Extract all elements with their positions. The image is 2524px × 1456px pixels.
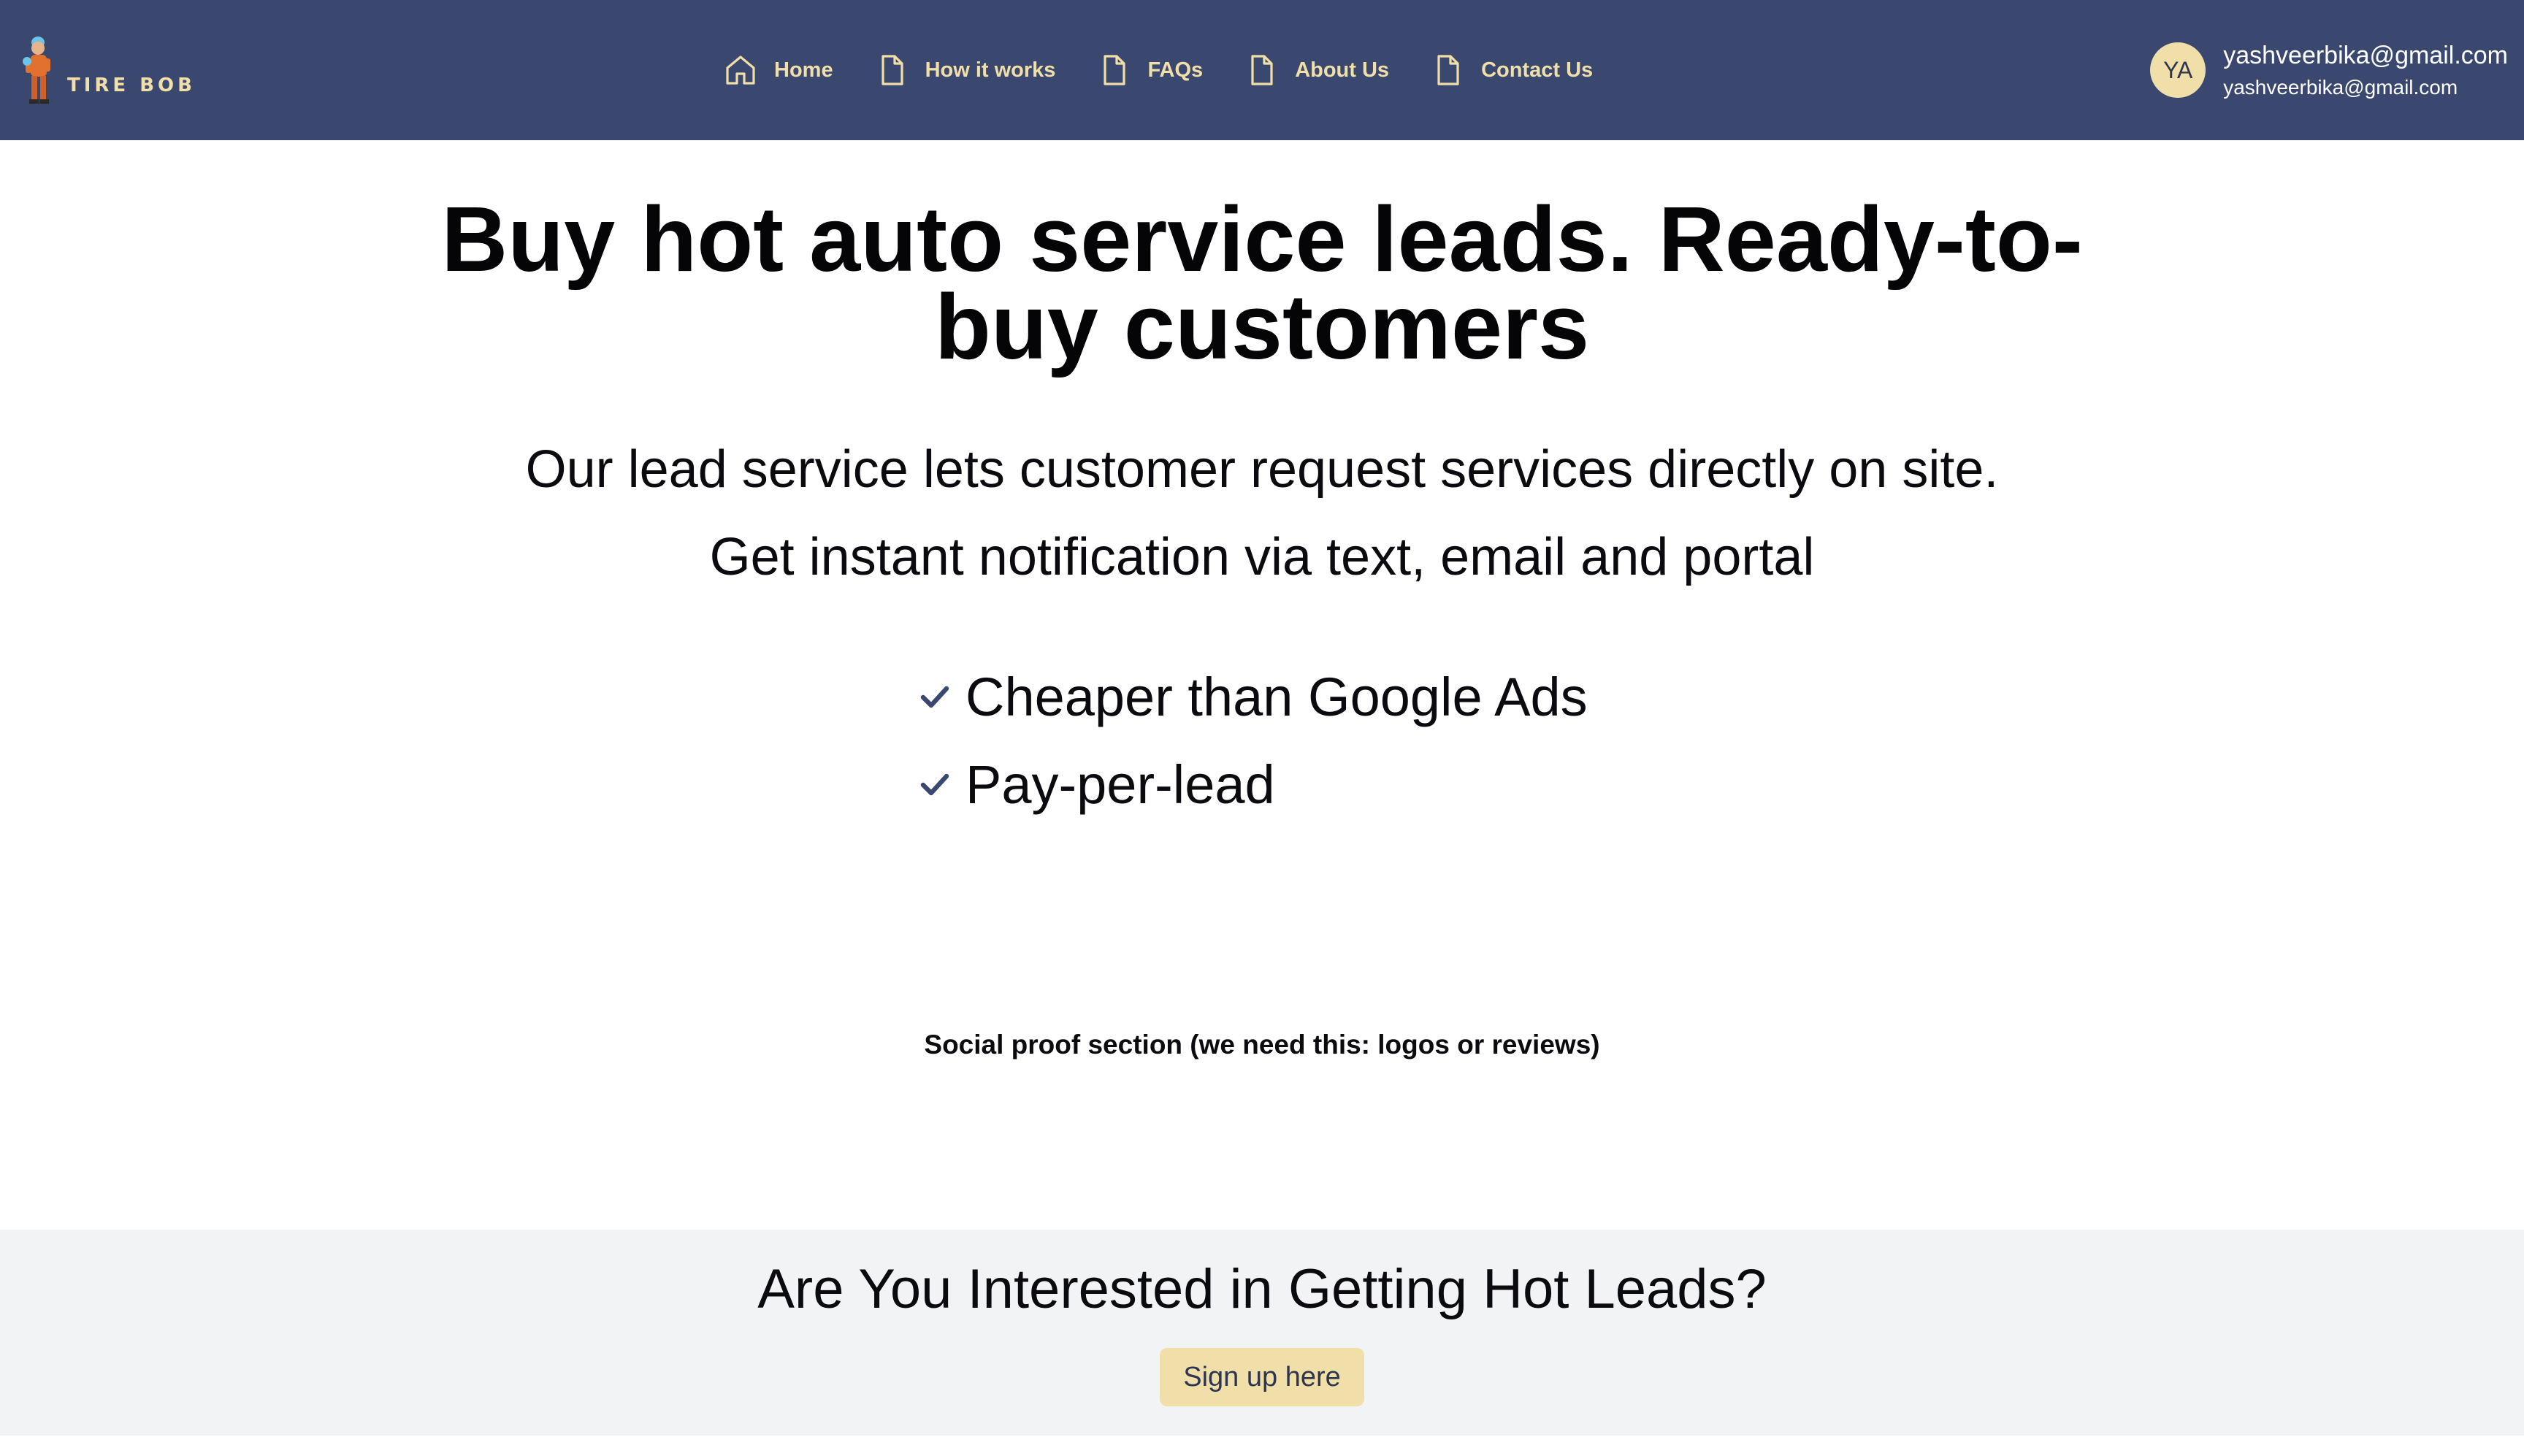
main-nav: Home How it works FAQs About Us Contact … [723, 50, 1634, 91]
nav-faqs-label: FAQs [1147, 58, 1204, 82]
avatar[interactable]: YA [2150, 42, 2206, 98]
list-item: Cheaper than Google Ads [917, 653, 1588, 740]
feature-list: Cheaper than Google Ads Pay-per-lead [917, 653, 1588, 828]
user-name: yashveerbika@gmail.com [2223, 41, 2508, 69]
document-icon [1251, 55, 1273, 85]
cta-title: Are You Interested in Getting Hot Leads? [757, 1258, 1767, 1320]
user-email: yashveerbika@gmail.com [2223, 75, 2458, 99]
hero-subtitle-line2: Get instant notification via text, email… [709, 528, 1815, 586]
document-icon [881, 55, 903, 85]
brand-logo[interactable]: TIRE BOB [22, 32, 196, 105]
feature-text: Pay-per-lead [965, 754, 1275, 815]
document-icon [1104, 55, 1126, 85]
hero-title: Buy hot auto service leads. Ready-to-buy… [441, 188, 2083, 378]
nav-how-it-works[interactable]: How it works [874, 53, 1056, 88]
nav-contact-us[interactable]: Contact Us [1430, 53, 1593, 88]
document-icon [1437, 55, 1459, 85]
nav-contact-us-label: Contact Us [1481, 58, 1594, 82]
nav-how-it-works-label: How it works [925, 58, 1056, 82]
brand-name: TIRE BOB [67, 74, 196, 96]
cta-section: Are You Interested in Getting Hot Leads?… [0, 1230, 2524, 1436]
nav-faqs[interactable]: FAQs [1096, 53, 1203, 88]
checkmark-icon [920, 686, 949, 708]
nav-home[interactable]: Home [723, 53, 833, 88]
sign-up-button[interactable]: Sign up here [1160, 1348, 1364, 1406]
checkmark-icon [920, 773, 949, 796]
nav-about-us[interactable]: About Us [1244, 53, 1389, 88]
top-navigation-bar: TIRE BOB Home How it works FAQs About Us [0, 0, 2524, 140]
user-menu[interactable]: YA yashveerbika@gmail.com yashveerbika@g… [2150, 35, 2508, 105]
feature-text: Cheaper than Google Ads [965, 666, 1588, 727]
home-icon [726, 55, 755, 85]
mascot-logo-icon [23, 37, 50, 104]
social-proof-placeholder: Social proof section (we need this: logo… [924, 1030, 1600, 1060]
user-info: yashveerbika@gmail.com yashveerbika@gmai… [2223, 42, 2508, 99]
hero-subtitle-line1: Our lead service lets customer request s… [525, 440, 1999, 499]
list-item: Pay-per-lead [917, 740, 1588, 828]
nav-about-us-label: About Us [1295, 58, 1390, 82]
nav-home-label: Home [774, 58, 833, 82]
